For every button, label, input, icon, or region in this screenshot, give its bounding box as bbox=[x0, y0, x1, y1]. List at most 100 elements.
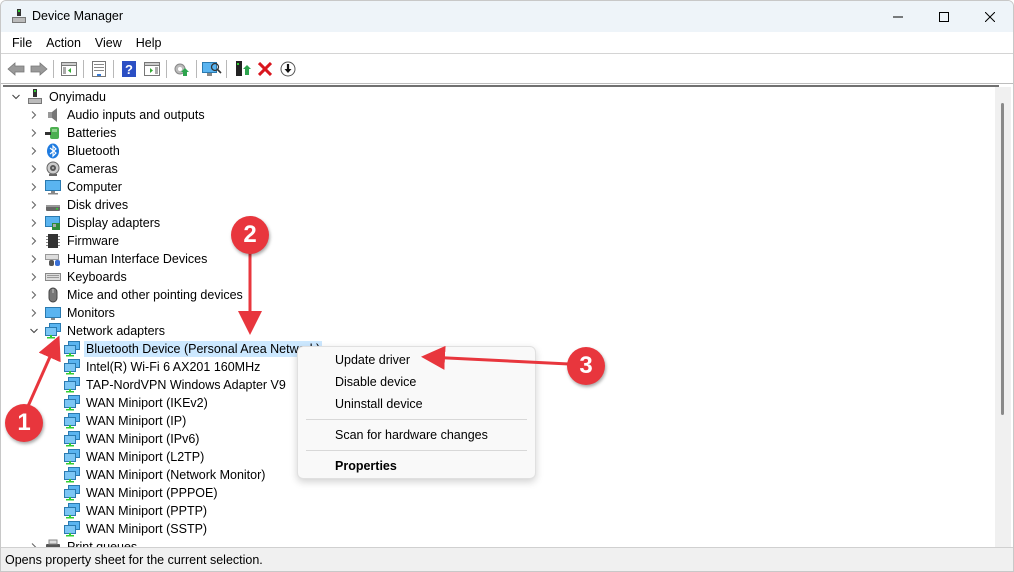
tree-root-computer[interactable]: Onyimadu bbox=[10, 88, 108, 106]
tree-item-label: Firmware bbox=[67, 234, 120, 248]
vertical-scrollbar[interactable] bbox=[995, 87, 1011, 548]
tree-device-network-adapter[interactable]: WAN Miniport (PPTP) bbox=[47, 502, 209, 520]
enable-device-button[interactable] bbox=[230, 58, 253, 80]
close-button[interactable] bbox=[967, 1, 1013, 32]
keyboard-icon bbox=[45, 269, 61, 285]
tree-item-label: Cameras bbox=[67, 162, 118, 176]
tree-item-label: WAN Miniport (IPv6) bbox=[86, 432, 200, 446]
tree-category-monitors[interactable]: Monitors bbox=[28, 304, 117, 322]
show-action-pane-button[interactable] bbox=[140, 58, 163, 80]
firmware-icon bbox=[45, 233, 61, 249]
tree-item-label: Batteries bbox=[67, 126, 117, 140]
console-tree-icon bbox=[60, 62, 77, 76]
chevron-down-icon[interactable] bbox=[28, 322, 40, 340]
tree-item-label: WAN Miniport (SSTP) bbox=[86, 522, 208, 536]
tree-device-network-adapter[interactable]: WAN Miniport (IKEv2) bbox=[47, 394, 210, 412]
tree-category-keyboards[interactable]: Keyboards bbox=[28, 268, 129, 286]
chevron-right-icon[interactable] bbox=[28, 214, 40, 232]
tree-device-network-adapter[interactable]: WAN Miniport (Network Monitor) bbox=[47, 466, 267, 484]
network-adapter-icon bbox=[64, 431, 80, 447]
tree-category-disk-drives[interactable]: Disk drives bbox=[28, 196, 130, 214]
tree-category-bluetooth[interactable]: Bluetooth bbox=[28, 142, 122, 160]
menu-action[interactable]: Action bbox=[39, 36, 88, 50]
scan-hardware-icon bbox=[201, 62, 222, 76]
network-adapter-icon bbox=[64, 521, 80, 537]
tree-category-mice-and-other-pointing-devices[interactable]: Mice and other pointing devices bbox=[28, 286, 245, 304]
menu-view[interactable]: View bbox=[88, 36, 129, 50]
network-adapter-icon bbox=[64, 503, 80, 519]
tree-item-label: Onyimadu bbox=[49, 90, 106, 104]
tree-device-network-adapter[interactable]: WAN Miniport (SSTP) bbox=[47, 520, 209, 538]
show-hide-console-tree-button[interactable] bbox=[57, 58, 80, 80]
toolbar-separator bbox=[113, 60, 114, 78]
tree-category-cameras[interactable]: Cameras bbox=[28, 160, 120, 178]
maximize-button[interactable] bbox=[921, 1, 967, 32]
tree-category-batteries[interactable]: Batteries bbox=[28, 124, 118, 142]
tree-category-network-adapters[interactable]: Network adapters bbox=[28, 322, 167, 340]
chevron-right-icon[interactable] bbox=[28, 304, 40, 322]
tree-device-network-adapter[interactable]: Bluetooth Device (Personal Area Network) bbox=[47, 340, 323, 358]
tree-item-label: Audio inputs and outputs bbox=[67, 108, 205, 122]
properties-button[interactable] bbox=[87, 58, 110, 80]
tree-category-human-interface-devices[interactable]: Human Interface Devices bbox=[28, 250, 209, 268]
chevron-right-icon[interactable] bbox=[28, 232, 40, 250]
chevron-right-icon[interactable] bbox=[28, 286, 40, 304]
tree-device-network-adapter[interactable]: WAN Miniport (L2TP) bbox=[47, 448, 206, 466]
toolbar-separator bbox=[166, 60, 167, 78]
tree-device-network-adapter[interactable]: WAN Miniport (IPv6) bbox=[47, 430, 201, 448]
tree-item-label: TAP-NordVPN Windows Adapter V9 bbox=[86, 378, 286, 392]
tree-item-label: WAN Miniport (Network Monitor) bbox=[86, 468, 266, 482]
network-adapter-icon bbox=[64, 467, 80, 483]
tree-category-computer[interactable]: Computer bbox=[28, 178, 124, 196]
help-button[interactable]: ? bbox=[117, 58, 140, 80]
chevron-right-icon[interactable] bbox=[28, 196, 40, 214]
chevron-right-icon[interactable] bbox=[28, 142, 40, 160]
monitor-icon bbox=[45, 305, 61, 321]
chevron-right-icon[interactable] bbox=[28, 124, 40, 142]
scrollbar-thumb[interactable] bbox=[1001, 103, 1004, 415]
minimize-button[interactable] bbox=[875, 1, 921, 32]
tree-item-label: Human Interface Devices bbox=[67, 252, 208, 266]
tree-category-display-adapters[interactable]: Display adapters bbox=[28, 214, 162, 232]
tree-item-label: Bluetooth Device (Personal Area Network) bbox=[84, 341, 323, 357]
tree-device-network-adapter[interactable]: WAN Miniport (PPPOE) bbox=[47, 484, 220, 502]
camera-icon bbox=[45, 161, 61, 177]
forward-button[interactable] bbox=[27, 58, 50, 80]
tree-device-network-adapter[interactable]: TAP-NordVPN Windows Adapter V9 bbox=[47, 376, 288, 394]
menu-help[interactable]: Help bbox=[129, 36, 169, 50]
context-menu-properties[interactable]: Properties bbox=[335, 459, 397, 473]
back-button[interactable] bbox=[4, 58, 27, 80]
scan-hardware-button[interactable] bbox=[200, 58, 223, 80]
tree-item-label: Disk drives bbox=[67, 198, 129, 212]
tree-item-label: Network adapters bbox=[67, 324, 165, 338]
context-menu-update-driver[interactable]: Update driver bbox=[335, 353, 410, 367]
tree-category-firmware[interactable]: Firmware bbox=[28, 232, 121, 250]
tree-item-label: WAN Miniport (IKEv2) bbox=[86, 396, 208, 410]
tree-device-network-adapter[interactable]: Intel(R) Wi-Fi 6 AX201 160MHz bbox=[47, 358, 262, 376]
update-driver-button[interactable] bbox=[170, 58, 193, 80]
disable-device-button[interactable] bbox=[276, 58, 299, 80]
tree-device-network-adapter[interactable]: WAN Miniport (IP) bbox=[47, 412, 188, 430]
chevron-right-icon[interactable] bbox=[28, 106, 40, 124]
chevron-right-icon[interactable] bbox=[28, 250, 40, 268]
title-bar: Device Manager bbox=[1, 1, 1013, 32]
window-title: Device Manager bbox=[32, 9, 124, 23]
menu-file[interactable]: File bbox=[5, 36, 39, 50]
chevron-right-icon[interactable] bbox=[28, 160, 40, 178]
device-manager-window: Device Manager File Action View Help ? O… bbox=[0, 0, 1014, 572]
chevron-right-icon[interactable] bbox=[28, 268, 40, 286]
uninstall-device-button[interactable] bbox=[253, 58, 276, 80]
context-menu-uninstall-device[interactable]: Uninstall device bbox=[335, 397, 423, 411]
tree-category-audio-inputs-and-outputs[interactable]: Audio inputs and outputs bbox=[28, 106, 207, 124]
minimize-icon bbox=[893, 16, 903, 17]
chevron-right-icon[interactable] bbox=[28, 178, 40, 196]
context-menu-disable-device[interactable]: Disable device bbox=[335, 375, 416, 389]
enable-device-icon bbox=[235, 61, 251, 76]
chevron-down-icon[interactable] bbox=[10, 88, 22, 106]
toolbar-separator bbox=[196, 60, 197, 78]
tree-item-label: Bluetooth bbox=[67, 144, 120, 158]
menu-bar: File Action View Help bbox=[1, 32, 1013, 54]
context-menu-scan-hardware[interactable]: Scan for hardware changes bbox=[335, 428, 488, 442]
help-icon: ? bbox=[121, 61, 136, 77]
annotation-badge-3: 3 bbox=[567, 347, 605, 385]
